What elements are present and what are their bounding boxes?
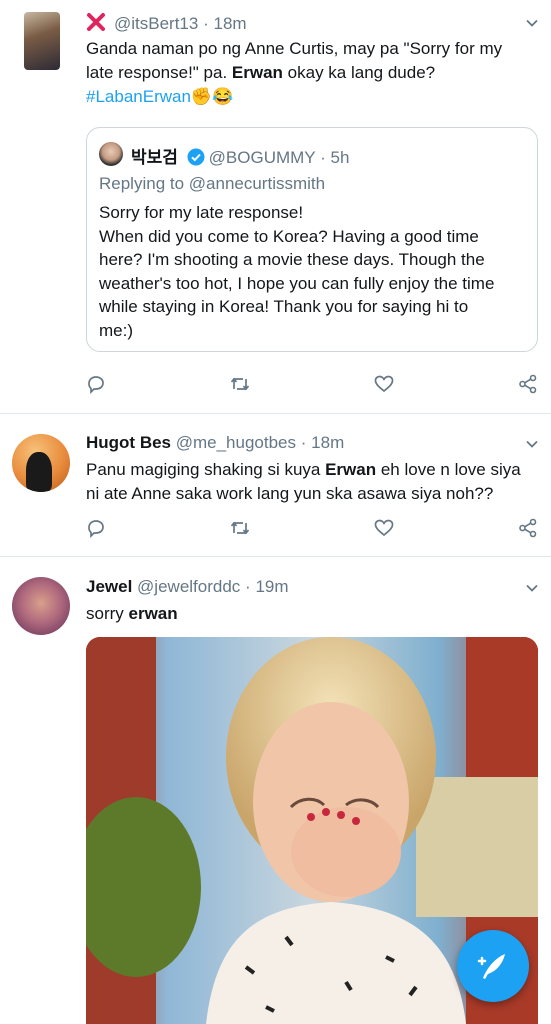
quoted-tweet[interactable]: 박보검 @BOGUMMY · 5h Replying to @annecurti… <box>86 127 538 352</box>
replying-to[interactable]: Replying to @annecurtissmith <box>99 172 325 196</box>
highlighted-word: Erwan <box>325 460 377 479</box>
highlighted-word: Erwan <box>231 63 283 82</box>
avatar[interactable] <box>12 577 70 635</box>
tweet-header: Jewel @jewelforddc · 19m <box>86 577 289 597</box>
tweet-text: Ganda naman po ng Anne Curtis, may pa "S… <box>86 39 503 106</box>
tweet-header: Hugot Bes @me_hugotbes · 18m <box>86 433 344 453</box>
tweet-text: Panu magiging shaking si kuya Erwan eh l… <box>86 460 521 503</box>
user-name[interactable]: Hugot Bes <box>86 433 171 452</box>
highlighted-word: erwan <box>128 604 178 623</box>
emoji: ✊😂 <box>190 87 234 106</box>
like-icon[interactable] <box>373 517 395 539</box>
share-icon[interactable] <box>517 373 539 395</box>
silhouette <box>26 452 52 492</box>
chevron-down-icon[interactable] <box>526 582 538 594</box>
tweet-time: 18m <box>311 433 345 452</box>
dot-separator: · <box>300 433 307 452</box>
tweet-time: 18m <box>213 14 247 33</box>
compose-tweet-button[interactable] <box>457 930 529 1002</box>
verified-icon <box>187 148 205 166</box>
tweet-time: 19m <box>255 577 289 596</box>
user-handle[interactable]: @itsBert13 <box>114 14 198 33</box>
user-name[interactable]: Jewel <box>86 577 132 596</box>
tweet-header: @itsBert13 · 18m <box>86 12 247 34</box>
quote-handle: @BOGUMMY <box>208 148 316 167</box>
quote-text: Sorry for my late response! When did you… <box>99 203 495 340</box>
share-icon[interactable] <box>517 517 539 539</box>
retweet-icon[interactable] <box>229 373 251 395</box>
hashtag-link[interactable]: #LabanErwan <box>86 87 191 106</box>
dot-separator: · <box>203 14 209 33</box>
user-handle[interactable]: @me_hugotbes <box>176 433 296 452</box>
compose-feather-icon <box>477 954 505 979</box>
user-handle[interactable]: @jewelforddc <box>137 577 240 596</box>
like-icon[interactable] <box>373 373 395 395</box>
reply-icon[interactable] <box>85 373 107 395</box>
quote-header: 박보검 @BOGUMMY · 5h <box>131 148 350 167</box>
quote-user-name: 박보검 <box>131 148 178 167</box>
retweet-icon[interactable] <box>229 517 251 539</box>
tweet-itsbert13[interactable]: @itsBert13 · 18m Ganda naman po ng Anne … <box>0 0 551 413</box>
reply-icon[interactable] <box>85 517 107 539</box>
x-mark-icon <box>86 12 106 32</box>
chevron-down-icon[interactable] <box>526 17 538 29</box>
tweet-hugotbes[interactable]: Hugot Bes @me_hugotbes · 18m Panu magigi… <box>0 414 551 556</box>
quote-time: 5h <box>330 148 350 167</box>
tweet-text: sorry erwan <box>86 604 178 623</box>
chevron-down-icon[interactable] <box>526 438 538 450</box>
avatar[interactable] <box>24 12 60 70</box>
avatar[interactable] <box>12 434 70 492</box>
quote-avatar <box>99 142 123 166</box>
dot-separator: · <box>245 577 251 596</box>
